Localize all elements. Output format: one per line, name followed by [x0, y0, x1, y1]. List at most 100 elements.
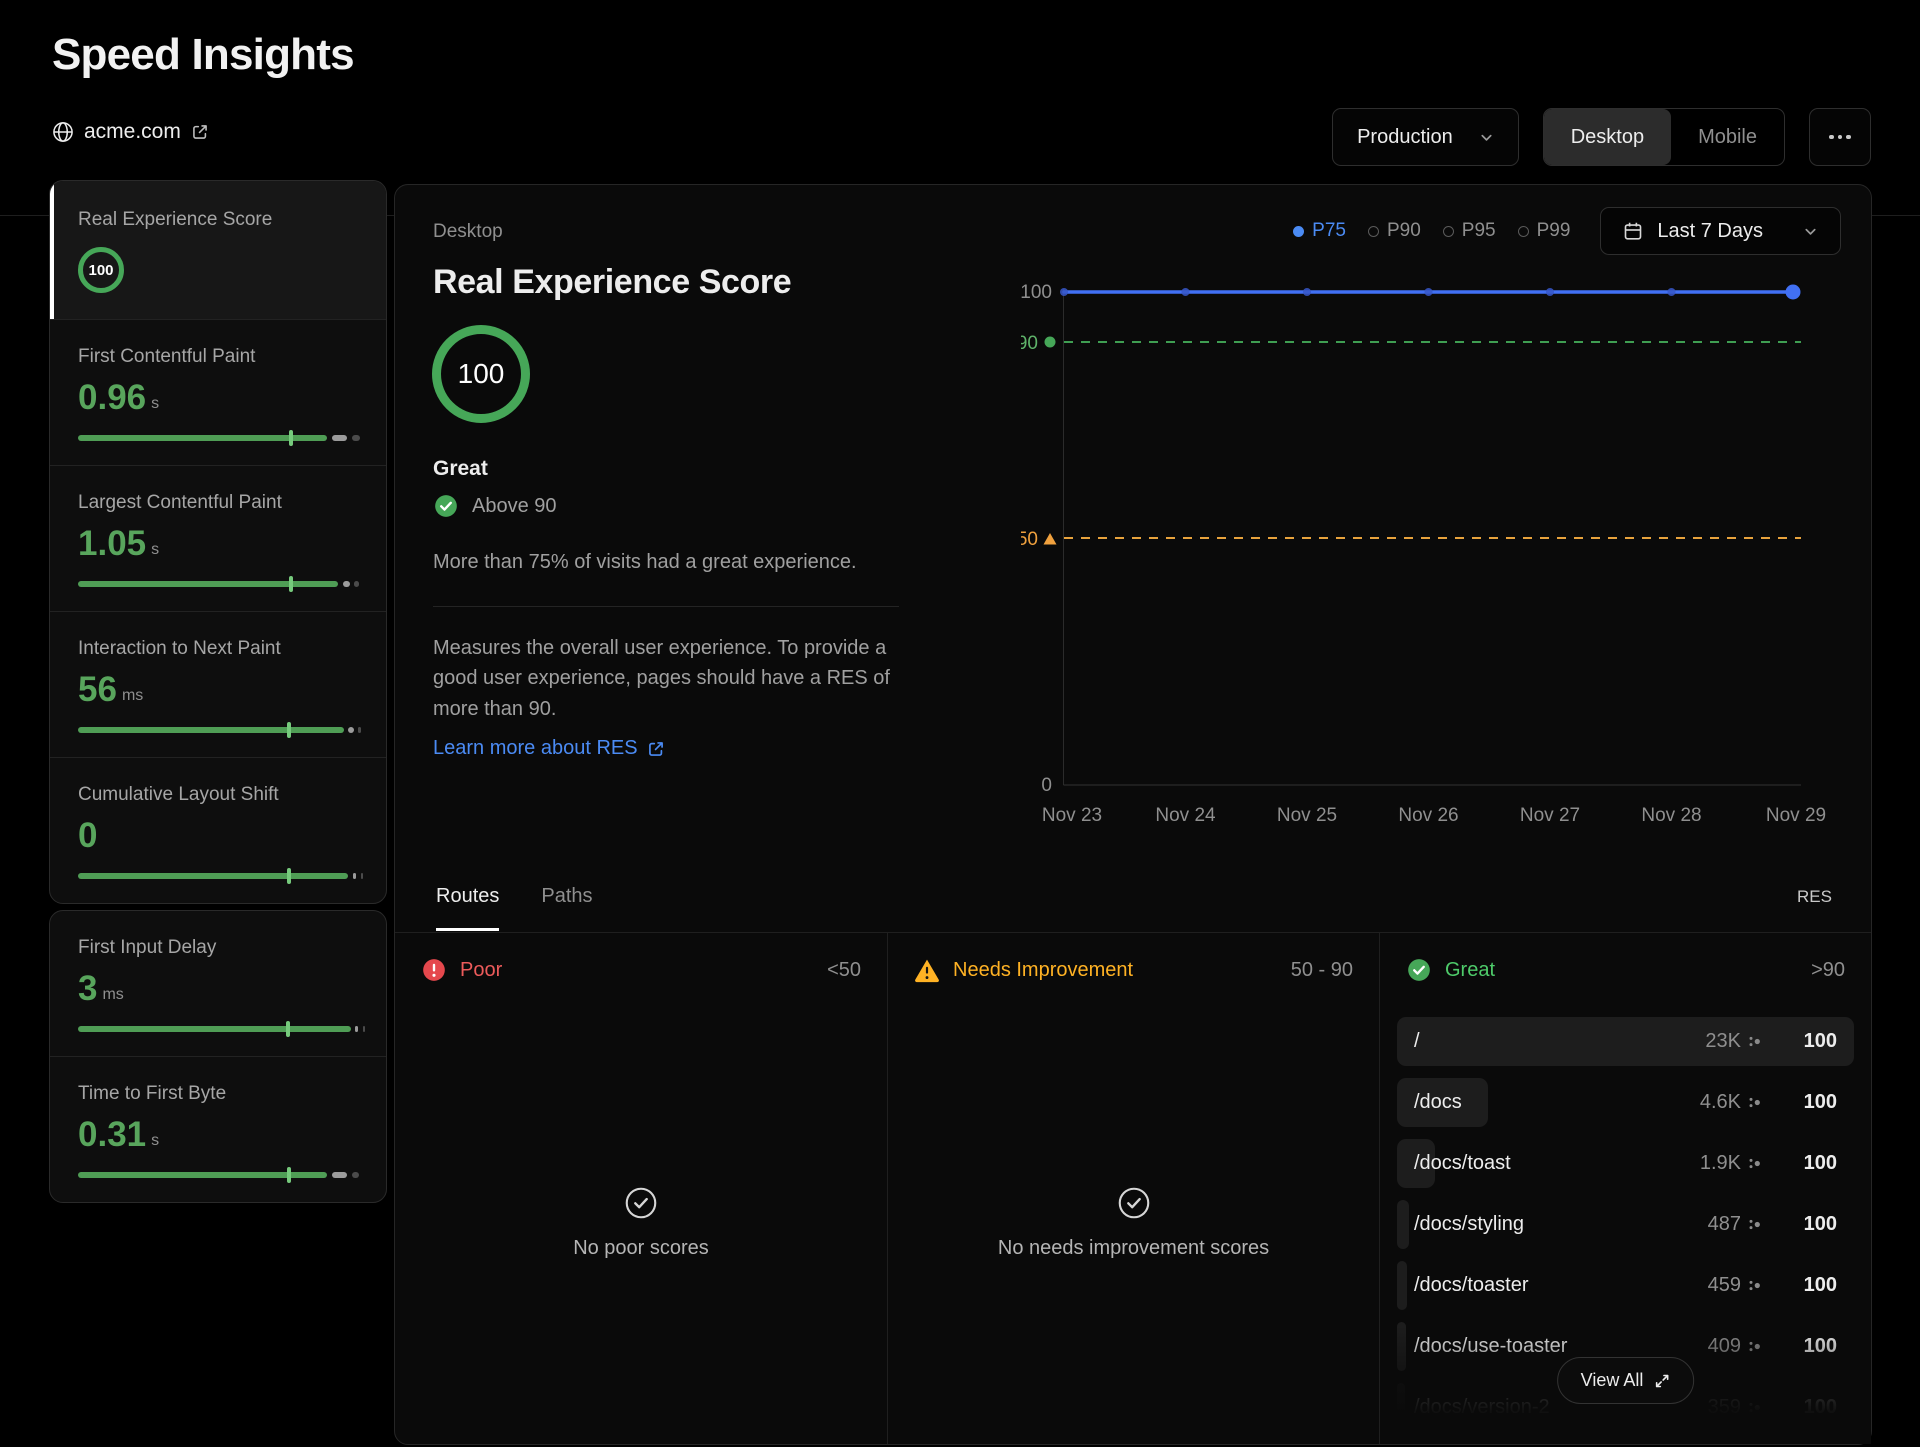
y-tick-100: 100: [1021, 282, 1052, 303]
device-tab-desktop[interactable]: Desktop: [1544, 109, 1671, 165]
metric-value: 56ms: [78, 672, 358, 707]
tab-paths[interactable]: Paths: [541, 885, 592, 931]
sidebar-metric-real-experience-score[interactable]: Real Experience Score 100: [50, 181, 386, 319]
legend-p75[interactable]: P75: [1293, 220, 1346, 242]
great-column: Great >90 / 23K 100 /docs 4.6K 100: [1379, 933, 1871, 1444]
legend-p99[interactable]: P99: [1518, 220, 1571, 242]
metric-unit: s: [151, 396, 159, 415]
sidebar-metric-interaction-to-next-paint[interactable]: Interaction to Next Paint 56ms: [50, 611, 386, 757]
more-menu-button[interactable]: [1809, 108, 1871, 166]
external-link-icon: [647, 740, 665, 758]
check-circle-icon: [1406, 957, 1432, 983]
route-path: /docs/use-toaster: [1414, 1335, 1708, 1358]
route-count: 359: [1708, 1396, 1741, 1419]
route-score: 100: [1761, 1396, 1837, 1419]
environment-select[interactable]: Production: [1332, 108, 1519, 166]
route-row[interactable]: /docs 4.6K 100: [1397, 1078, 1854, 1127]
route-score: 100: [1761, 1030, 1837, 1053]
metric-card-group-core: Real Experience Score 100 First Contentf…: [49, 180, 387, 904]
sidebar-metric-largest-contentful-paint[interactable]: Largest Contentful Paint 1.05s: [50, 465, 386, 611]
domain-label: acme.com: [84, 120, 181, 144]
route-row[interactable]: / 23K 100: [1397, 1017, 1854, 1066]
threshold-row: Above 90: [433, 493, 557, 519]
route-count: 409: [1708, 1335, 1741, 1358]
threshold-label: Above 90: [472, 495, 557, 518]
x-tick: Nov 28: [1641, 805, 1701, 826]
sidebar-metric-first-input-delay[interactable]: First Input Delay 3ms: [50, 911, 386, 1056]
metric-label: Real Experience Score: [78, 209, 358, 231]
needs-improvement-column: Needs Improvement 50 - 90 No needs impro…: [887, 933, 1379, 1444]
samples-icon: [1748, 1157, 1761, 1170]
metric-value: 0.96s: [78, 380, 358, 415]
metric-value: 0: [78, 818, 358, 853]
column-metric-label: RES: [1797, 887, 1832, 907]
metric-threshold-bar: [78, 873, 358, 879]
metric-card-group-legacy: First Input Delay 3ms Time to First Byte…: [49, 910, 387, 1203]
route-count: 487: [1708, 1213, 1741, 1236]
route-row[interactable]: /docs/styling 487 100: [1397, 1200, 1854, 1249]
device-label: Desktop: [433, 221, 503, 243]
route-score: 100: [1761, 1152, 1837, 1175]
summary-text: More than 75% of visits had a great expe…: [433, 551, 857, 574]
sidebar-metric-cumulative-layout-shift[interactable]: Cumulative Layout Shift 0: [50, 757, 386, 903]
domain-link[interactable]: acme.com: [52, 120, 209, 144]
metric-unit: s: [151, 1133, 159, 1152]
reference-marker-circle: [1045, 337, 1056, 348]
metric-threshold-bar: [78, 1026, 358, 1032]
metric-value: 0.31s: [78, 1117, 358, 1152]
legend-p95[interactable]: P95: [1443, 220, 1496, 242]
learn-more-link[interactable]: Learn more about RES: [433, 737, 665, 760]
metric-label: Largest Contentful Paint: [78, 492, 358, 514]
route-count: 1.9K: [1700, 1152, 1741, 1175]
route-path: /: [1414, 1030, 1705, 1053]
metric-marker: [286, 1021, 290, 1037]
metric-marker: [287, 868, 291, 884]
date-range-select[interactable]: Last 7 Days: [1600, 207, 1841, 255]
legend-p90[interactable]: P90: [1368, 220, 1421, 242]
metric-marker: [287, 722, 291, 738]
metric-threshold-bar: [78, 1172, 358, 1178]
tab-routes[interactable]: Routes: [436, 885, 499, 931]
sidebar-metric-time-to-first-byte[interactable]: Time to First Byte 0.31s: [50, 1056, 386, 1202]
poor-range: <50: [827, 959, 861, 982]
chevron-down-icon: [1479, 130, 1494, 145]
x-tick: Nov 25: [1277, 805, 1337, 826]
radio-dot-icon: [1368, 226, 1379, 237]
poor-empty-state: No poor scores: [395, 1185, 887, 1260]
radio-dot-icon: [1293, 226, 1304, 237]
route-traffic-bar: [1397, 1200, 1409, 1249]
metric-marker: [289, 576, 293, 592]
chart-controls: P75 P90 P95 P99 Las: [1293, 207, 1841, 255]
poor-column: Poor <50 No poor scores: [395, 933, 887, 1444]
percentile-legend: P75 P90 P95 P99: [1293, 220, 1570, 242]
alert-circle-icon: [421, 957, 447, 983]
x-tick: Nov 29: [1766, 805, 1826, 826]
route-count: 23K: [1705, 1030, 1741, 1053]
route-path: /docs: [1414, 1091, 1700, 1114]
device-tab-mobile[interactable]: Mobile: [1671, 109, 1784, 165]
sidebar-metric-first-contentful-paint[interactable]: First Contentful Paint 0.96s: [50, 319, 386, 465]
route-traffic-bar: [1397, 1261, 1407, 1310]
samples-icon: [1748, 1218, 1761, 1231]
samples-icon: [1748, 1340, 1761, 1353]
environment-value: Production: [1357, 126, 1453, 149]
more-icon: [1829, 135, 1834, 140]
metric-label: First Input Delay: [78, 937, 358, 959]
expand-icon: [1654, 1373, 1670, 1389]
score-columns: Poor <50 No poor scores Needs Improvemen…: [395, 933, 1871, 1444]
view-all-button[interactable]: View All: [1557, 1357, 1695, 1404]
samples-icon: [1748, 1035, 1761, 1048]
route-path-tabs: Routes Paths: [436, 885, 593, 931]
external-link-icon: [191, 123, 209, 141]
route-row[interactable]: /docs/toast 1.9K 100: [1397, 1139, 1854, 1188]
main-panel: Desktop Real Experience Score 100 Great …: [394, 184, 1872, 1445]
calendar-icon: [1623, 221, 1643, 241]
route-row[interactable]: /docs/toaster 459 100: [1397, 1261, 1854, 1310]
samples-icon: [1748, 1279, 1761, 1292]
check-circle-outline-icon: [623, 1185, 659, 1221]
route-path: /docs/toast: [1414, 1152, 1700, 1175]
res-line-chart: 100 90 50 0 Nov 23 Nov 24 Nov 25 Nov 26 …: [1021, 271, 1831, 831]
great-range: >90: [1811, 959, 1845, 982]
great-header: Great >90: [1380, 933, 1871, 983]
rating-label: Great: [433, 457, 488, 481]
